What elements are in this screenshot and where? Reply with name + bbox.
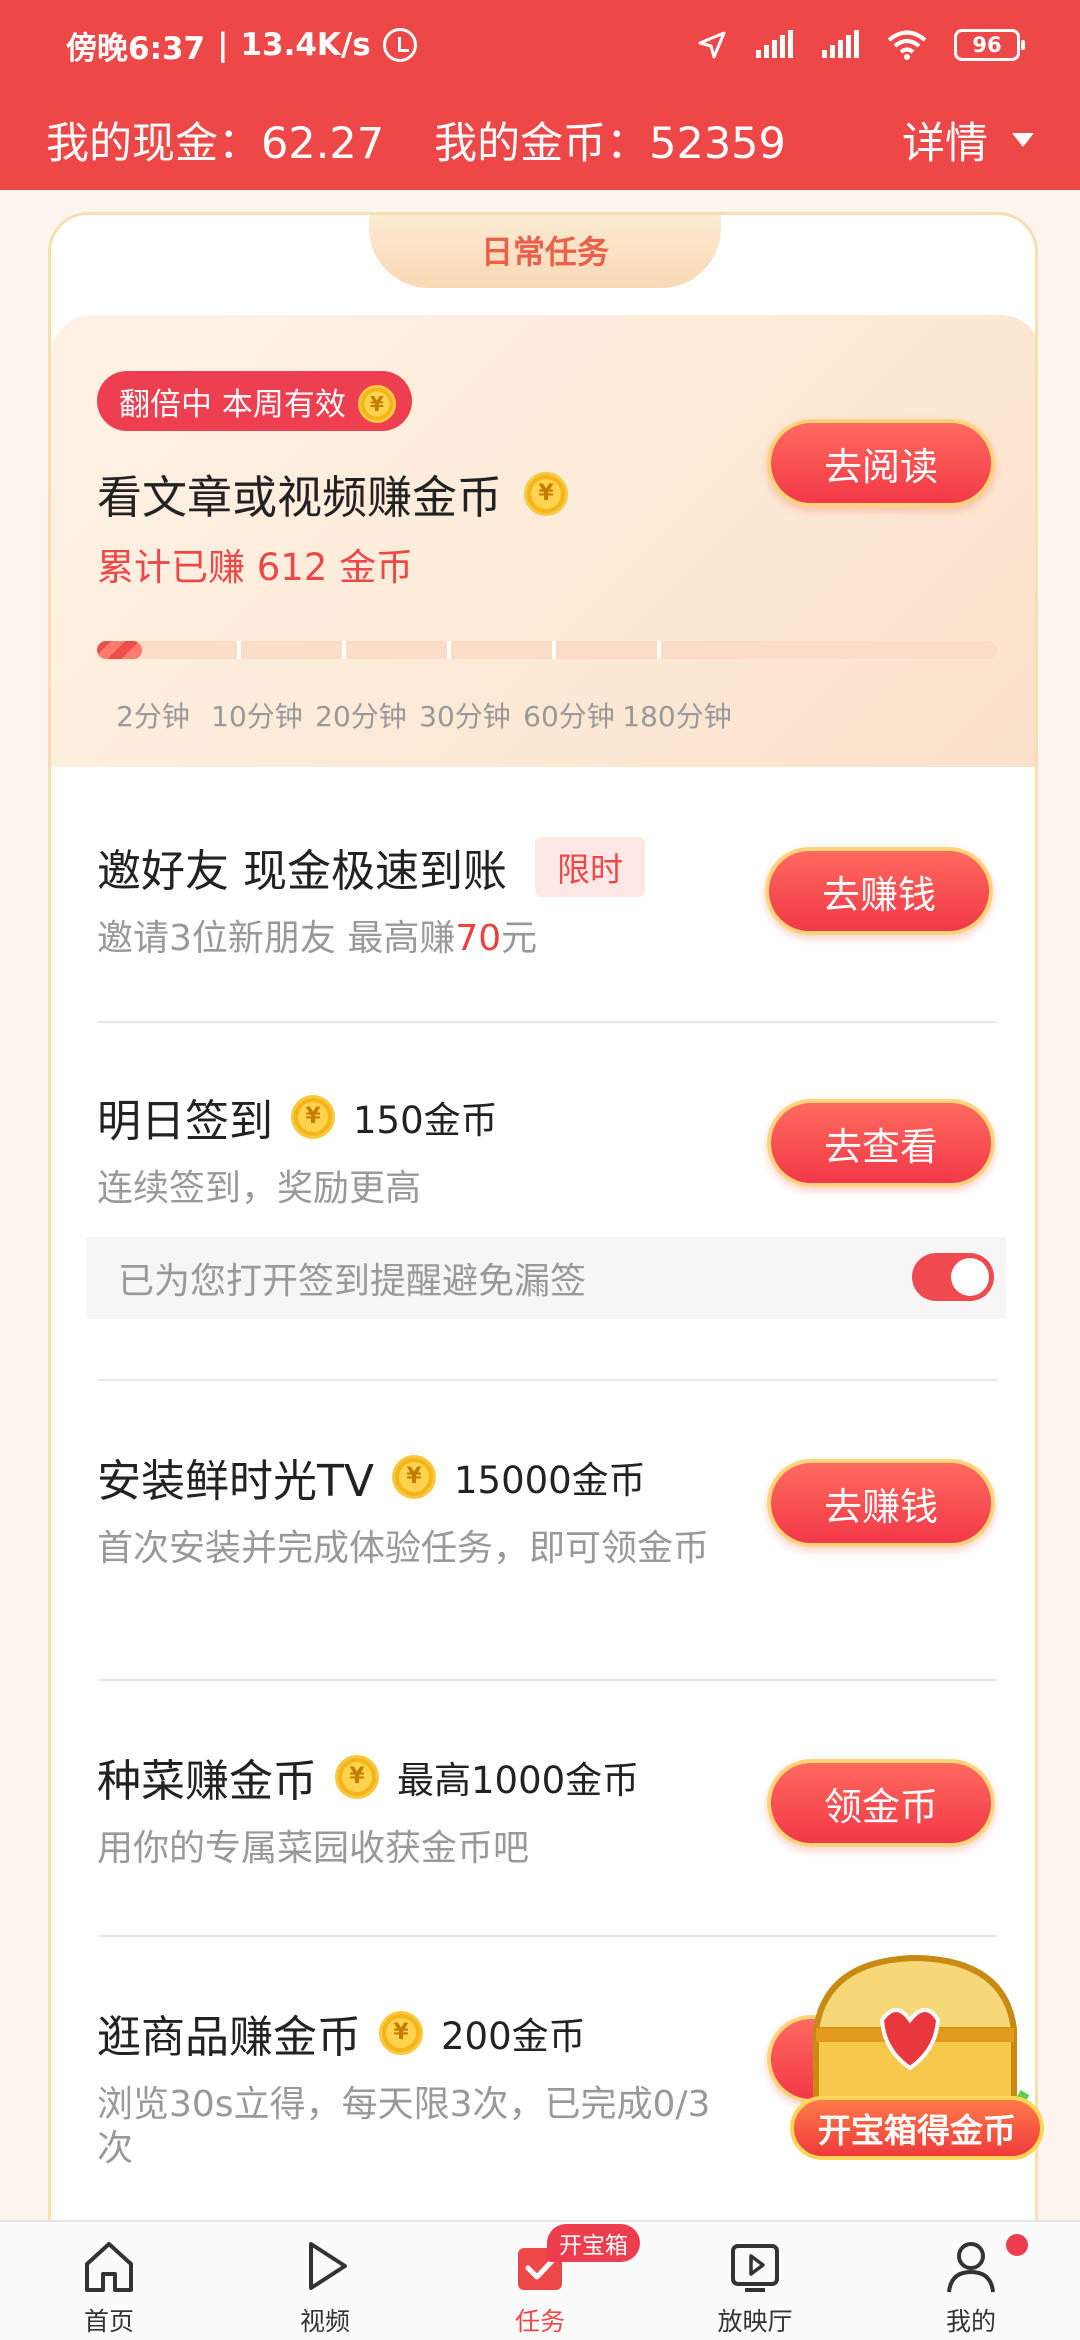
theater-icon	[731, 2244, 779, 2292]
nav-label: 我的	[945, 2307, 996, 2336]
featured-title-row: 看文章或视频赚金币 ¥	[97, 461, 569, 526]
invite-earn-button[interactable]: 去赚钱	[765, 847, 993, 935]
reading-progress-bar	[97, 641, 997, 659]
coins-summary: 我的金币：52359	[434, 109, 786, 171]
task-desc: 用你的专属菜园收获金币吧	[97, 1828, 530, 1869]
task-reward: 200金币	[441, 2015, 586, 2058]
detail-button[interactable]: 详情	[902, 109, 1034, 171]
progress-tick	[552, 641, 556, 659]
status-net-speed: 13.4K/s	[240, 27, 371, 63]
task-reward: 最高1000金币	[397, 1759, 640, 1802]
coin-icon: ¥	[379, 2011, 423, 2055]
top-bar: 傍晚6:37 | 13.4K/s 96 我的现金：62.27 我的金币：5235…	[0, 0, 1080, 190]
coin-icon: ¥	[335, 1755, 379, 1799]
time-label: 20分钟	[315, 700, 407, 733]
sign-in-reminder-row: 已为您打开签到提醒避免漏签	[86, 1237, 1006, 1319]
cash-summary: 我的现金：62.27	[46, 109, 384, 171]
progress-tick	[237, 641, 241, 659]
signal-icon	[756, 30, 793, 58]
task-desc: 连续签到，奖励更高	[97, 1168, 422, 1209]
view-sign-in-button[interactable]: 去查看	[767, 1099, 995, 1187]
time-label: 2分钟	[116, 700, 190, 733]
wifi-icon	[887, 30, 927, 60]
profile-icon	[947, 2242, 995, 2293]
divider	[97, 1021, 997, 1023]
wallet-header: 我的现金：62.27 我的金币：52359 详情	[0, 90, 1080, 190]
cash-value: 62.27	[261, 119, 385, 169]
reminder-toggle[interactable]	[912, 1253, 994, 1301]
nav-label: 任务	[514, 2307, 565, 2336]
double-badge-text: 翻倍中 本周有效	[119, 386, 346, 423]
read-button[interactable]: 去阅读	[767, 419, 995, 507]
status-time: 傍晚6:37	[66, 30, 206, 67]
cash-label: 我的现金：	[46, 119, 261, 169]
progress-time-labels: 2分钟 10分钟 20分钟 30分钟 60分钟 180分钟	[97, 695, 1017, 735]
nav-label: 视频	[299, 2307, 350, 2336]
task-desc-suffix: 元	[501, 918, 538, 959]
double-badge: 翻倍中 本周有效 ¥	[97, 371, 412, 431]
time-label: 180分钟	[622, 700, 732, 733]
featured-title: 看文章或视频赚金币	[97, 471, 503, 524]
treasure-tab-badge: 开宝箱	[547, 2224, 640, 2262]
collect-coins-button[interactable]: 领金币	[767, 1759, 995, 1847]
nav-theater[interactable]: 放映厅	[680, 2222, 830, 2340]
coin-icon: ¥	[357, 385, 396, 423]
coin-icon: ¥	[524, 471, 569, 516]
nav-video[interactable]: 视频	[250, 2222, 400, 2340]
task-title: 邀好友 现金极速到账	[97, 846, 507, 897]
card-tab-title: 日常任务	[369, 215, 721, 288]
progress-fill	[97, 641, 142, 659]
task-desc: 首次安装并完成体验任务，即可领金币	[97, 1528, 710, 1569]
bottom-nav: 首页 视频 任务 放映厅 我的	[0, 2220, 1080, 2340]
notification-dot	[1006, 2234, 1028, 2256]
task-title: 逛商品赚金币	[97, 2012, 361, 2063]
divider	[97, 1935, 997, 1937]
task-desc: 浏览30s立得，每天限3次，已完成0/3次	[97, 2084, 711, 2169]
progress-tick	[342, 641, 346, 659]
nav-home[interactable]: 首页	[34, 2222, 184, 2340]
divider	[97, 1679, 997, 1681]
nav-label: 首页	[83, 2307, 134, 2336]
coins-value: 52359	[649, 119, 786, 169]
reminder-text: 已为您打开签到提醒避免漏签	[118, 1261, 587, 1302]
time-label: 60分钟	[523, 700, 615, 733]
featured-earned: 累计已赚 612 金币	[97, 546, 414, 589]
time-label: 10分钟	[211, 700, 303, 733]
detail-label: 详情	[902, 119, 988, 169]
status-bar: 傍晚6:37 | 13.4K/s 96	[0, 0, 1080, 90]
progress-tick	[657, 641, 661, 659]
signal-hd-icon	[822, 30, 859, 58]
home-icon	[85, 2242, 133, 2292]
play-icon	[309, 2242, 347, 2290]
progress-tick	[447, 641, 451, 659]
featured-task: 翻倍中 本周有效 ¥ 看文章或视频赚金币 ¥ 累计已赚 612 金币 去阅读 2…	[51, 315, 1035, 767]
chevron-down-icon	[1012, 133, 1034, 147]
task-title: 种菜赚金币	[97, 1756, 317, 1807]
task-desc-prefix: 邀请3位新朋友 最高赚	[97, 918, 456, 959]
task-desc-highlight: 70	[455, 918, 502, 959]
time-label: 30分钟	[419, 700, 511, 733]
task-reward: 15000金币	[453, 1459, 646, 1502]
task-title: 安装鲜时光TV	[97, 1456, 374, 1507]
task-title: 明日签到	[97, 1096, 273, 1147]
open-treasure-button[interactable]: 开宝箱得金币	[790, 2096, 1044, 2160]
install-earn-button[interactable]: 去赚钱	[767, 1459, 995, 1547]
nav-label: 放映厅	[717, 2307, 793, 2336]
divider	[97, 1379, 997, 1381]
coins-label: 我的金币：	[434, 119, 650, 169]
alarm-icon	[382, 28, 417, 62]
task-desc: 邀请3位新朋友 最高赚70元	[97, 917, 717, 961]
task-reward: 150金币	[353, 1099, 498, 1142]
coin-icon: ¥	[391, 1455, 436, 1499]
status-separator: |	[217, 27, 229, 63]
limited-tag: 限时	[535, 837, 645, 897]
battery-icon: 96	[954, 29, 1025, 61]
location-icon	[698, 31, 726, 59]
coin-icon: ¥	[291, 1095, 335, 1139]
